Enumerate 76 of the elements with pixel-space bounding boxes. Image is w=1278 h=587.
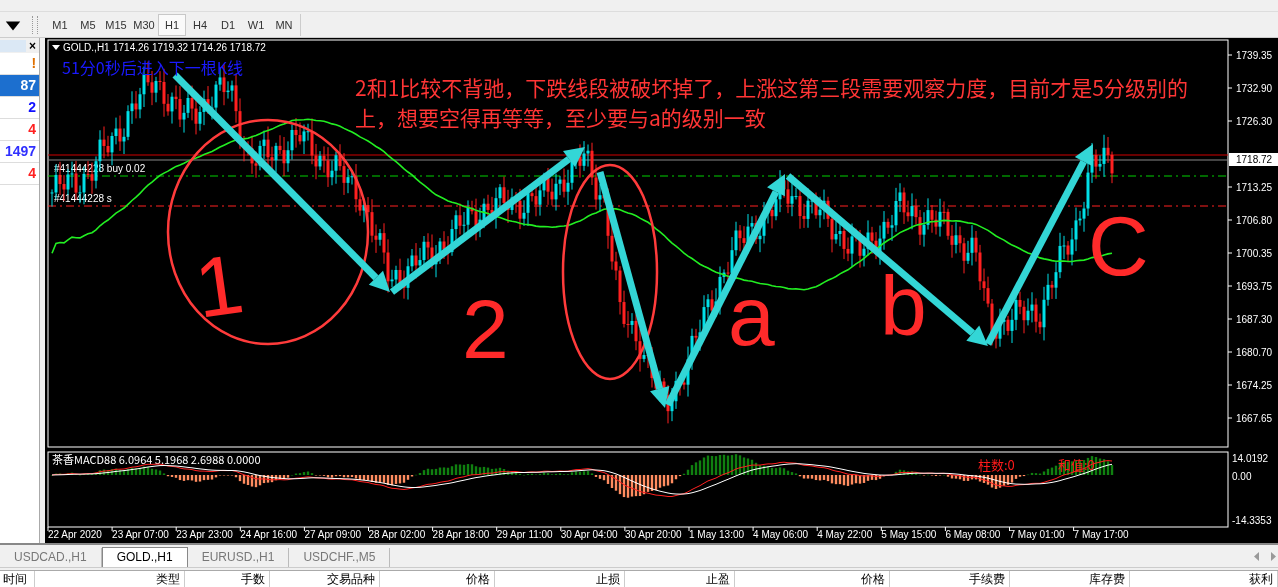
handwritten-label: 2 (462, 282, 509, 376)
time-axis-label: 5 May 15:00 (881, 529, 937, 540)
time-axis-label: 24 Apr 16:00 (240, 529, 297, 540)
current-price-label: 1718.72 (1229, 153, 1278, 166)
macd-axis-label: -14.3353 (1232, 515, 1272, 526)
time-axis-label: 6 May 08:00 (945, 529, 1001, 540)
time-axis-label: 29 Apr 11:00 (496, 529, 553, 540)
price-axis-label: 1680.70 (1236, 347, 1273, 358)
column-header[interactable]: 价格 (735, 571, 890, 587)
price-axis-label: 1732.90 (1236, 83, 1273, 94)
column-header[interactable]: 类型 (35, 571, 185, 587)
price-axis-label: 1674.25 (1236, 380, 1273, 391)
timeframe-button[interactable]: MN (270, 13, 298, 36)
list-row[interactable]: 87 (0, 75, 40, 97)
time-axis-label: 1 May 13:00 (689, 529, 745, 540)
column-header[interactable]: 交易品种 (270, 571, 380, 587)
price-axis-label: 1667.65 (1236, 413, 1273, 424)
countdown-text: 51分0秒后进入下一根K线 (62, 55, 243, 79)
chart-symbol: GOLD.,H1 (63, 42, 110, 53)
column-header[interactable]: 止损 (495, 571, 625, 587)
timeframe-button[interactable]: M30 (130, 13, 158, 36)
handwritten-label: C (1088, 199, 1149, 293)
triangle-icon[interactable] (52, 45, 60, 50)
price-axis-label: 1739.35 (1236, 50, 1273, 61)
time-axis-label: 4 May 06:00 (753, 529, 809, 540)
timeframe-button[interactable]: W1 (242, 13, 270, 36)
timeframe-button[interactable]: M15 (102, 13, 130, 36)
column-header[interactable]: 时间 (0, 571, 35, 587)
time-axis-label: 28 Apr 18:00 (432, 529, 490, 540)
macd-axis-label: 0.00 (1232, 471, 1252, 482)
time-axis-label: 7 May 01:00 (1009, 529, 1065, 540)
price-axis-label: 1706.80 (1236, 215, 1273, 226)
list-row[interactable]: 2 (0, 97, 40, 119)
time-axis-label: 30 Apr 20:00 (624, 529, 682, 540)
price-axis-label: 1700.35 (1236, 248, 1273, 259)
handwritten-label: a (728, 269, 775, 363)
row-value: ! (31, 55, 37, 71)
column-header[interactable]: 获利 (1130, 571, 1278, 587)
panel-title-bar (0, 39, 26, 52)
row-value: 4 (28, 165, 37, 181)
time-axis-label: 4 May 22:00 (817, 529, 873, 540)
bar-count-text: 柱数:0 (978, 455, 1015, 474)
column-header[interactable]: 止盈 (625, 571, 735, 587)
column-header[interactable]: 手数 (185, 571, 270, 587)
row-value: 4 (28, 121, 37, 137)
row-value: 2 (28, 99, 37, 115)
timeframe-button[interactable]: M1 (46, 13, 74, 36)
timeframe-button[interactable]: D1 (214, 13, 242, 36)
timeframe-button[interactable]: H4 (186, 13, 214, 36)
time-axis-label: 7 May 17:00 (1073, 529, 1129, 540)
column-header[interactable]: 价格 (380, 571, 495, 587)
macd-axis-label: 14.0192 (1232, 453, 1269, 464)
price-axis-label: 1726.30 (1236, 116, 1273, 127)
list-row[interactable]: 4 (0, 119, 40, 141)
time-axis-label: 22 Apr 2020 (48, 529, 102, 540)
time-axis-label: 30 Apr 04:00 (560, 529, 618, 540)
column-header[interactable]: 库存费 (1010, 571, 1130, 587)
time-axis-label: 27 Apr 09:00 (304, 529, 362, 540)
row-value: 87 (20, 77, 37, 93)
list-row[interactable]: 4 (0, 163, 40, 185)
handwritten-label: b (880, 259, 927, 353)
price-readout: 1714.26 1719.32 1714.26 1718.72 (113, 42, 266, 53)
time-axis-label: 28 Apr 02:00 (368, 529, 426, 540)
timeframe-button[interactable]: H1 (158, 13, 186, 36)
order-label: #41444228 s (54, 193, 112, 204)
handwritten-label: 1 (189, 236, 249, 336)
chart-tab[interactable]: GOLD.,H1 (101, 547, 188, 567)
price-axis-label: 1687.30 (1236, 314, 1273, 325)
indicator-label: 茶香MACD88 6.0964 5.1968 2.6988 0.0000 (52, 451, 261, 467)
time-axis-label: 23 Apr 07:00 (112, 529, 169, 540)
price-axis-label: 1693.75 (1236, 281, 1273, 292)
annotation-text: 2和1比较不背驰，下跌线段被破坏掉了，上涨这第三段需要观察力度，目前才是5分级别的上，想要空得再等等，至少要与a的级别一致 (355, 72, 1189, 132)
column-header[interactable]: 手续费 (890, 571, 1010, 587)
time-axis-label: 23 Apr 23:00 (176, 529, 233, 540)
timeframe-button[interactable]: M5 (74, 13, 102, 36)
price-axis-label: 1713.25 (1236, 182, 1273, 193)
